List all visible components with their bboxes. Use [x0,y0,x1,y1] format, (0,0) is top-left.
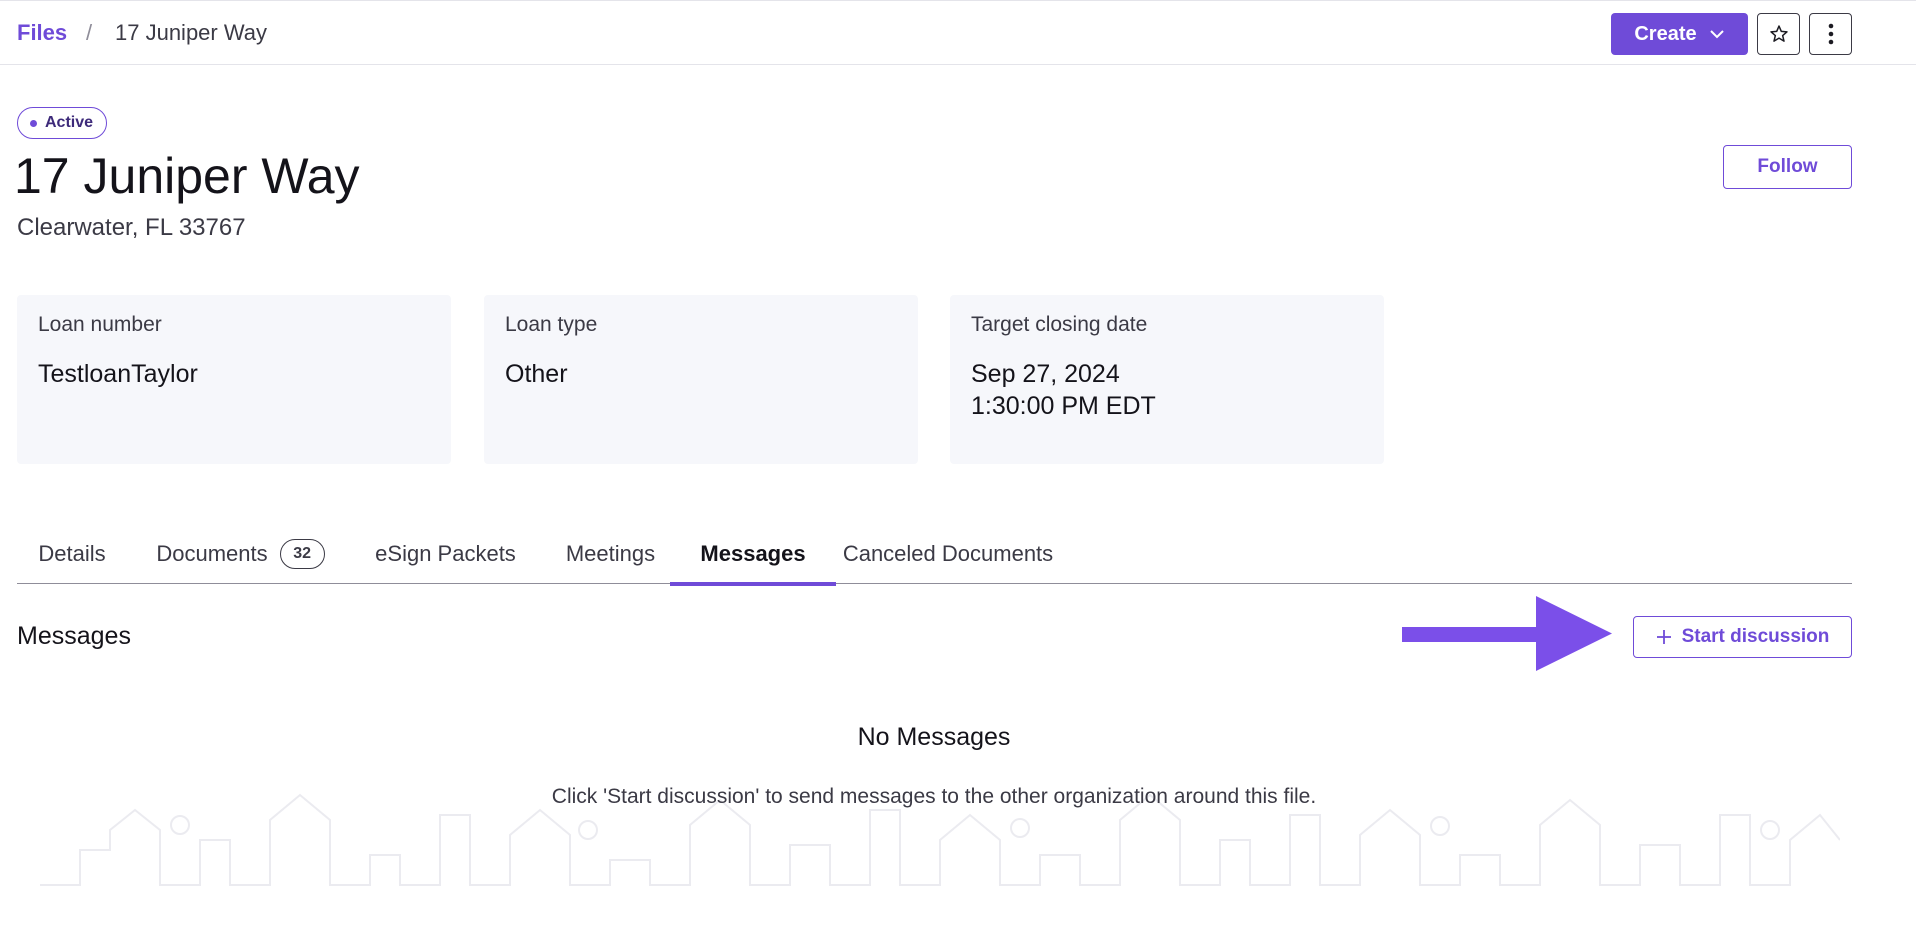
start-discussion-label: Start discussion [1681,626,1830,647]
tab-esign-packets[interactable]: eSign Packets [363,523,528,584]
top-bar: Files / 17 Juniper Way Create [0,0,1916,65]
vertical-ellipsis-icon [1828,23,1833,45]
documents-count-badge: 32 [279,538,325,569]
tab-bar: Details Documents 32 eSign Packets Meeti… [17,523,1852,586]
card-label: Target closing date [971,313,1148,336]
tab-messages[interactable]: Messages [670,523,836,586]
tab-label: Messages [700,540,806,566]
plus-icon [1656,630,1671,644]
create-button[interactable]: Create [1611,13,1748,55]
loan-type-card: Loan type Other [484,295,918,464]
card-value: Sep 27, 2024 [971,360,1120,388]
card-value: TestloanTaylor [38,360,198,388]
empty-state-text: Click 'Start discussion' to send message… [551,785,1317,808]
favorite-button[interactable] [1757,13,1800,55]
follow-button[interactable]: Follow [1723,145,1852,189]
card-value-time: 1:30:00 PM EDT [971,392,1156,420]
page-subtitle: Clearwater, FL 33767 [17,214,246,241]
tab-label: eSign Packets [375,540,516,566]
more-options-button[interactable] [1809,13,1852,55]
tab-documents[interactable]: Documents 32 [144,523,337,584]
page-title: 17 Juniper Way [14,148,360,204]
status-badge: Active [17,107,108,139]
tab-label: Meetings [565,540,656,566]
tab-details[interactable]: Details [17,523,127,584]
target-closing-date-card: Target closing date Sep 27, 2024 1:30:00… [950,295,1384,464]
tab-label: Documents [156,540,268,566]
tab-label: Canceled Documents [842,540,1054,566]
tab-label: Details [38,540,106,566]
messages-section-title: Messages [17,622,131,650]
breadcrumb-files-link[interactable]: Files [17,20,67,46]
card-label: Loan type [505,313,598,336]
card-value: Other [505,360,568,388]
arrow-annotation-icon [1402,596,1612,671]
arrow-head [1536,596,1612,671]
card-label: Loan number [38,313,162,336]
tab-canceled-documents[interactable]: Canceled Documents [837,523,1059,584]
breadcrumb-separator: / [86,20,93,45]
loan-number-card: Loan number TestloanTaylor [17,295,451,464]
arrow-shaft [1402,627,1537,642]
status-dot-icon [30,119,37,127]
empty-state-title: No Messages [857,723,1011,751]
chevron-down-icon [1709,30,1724,39]
breadcrumb-current: 17 Juniper Way [115,20,268,45]
star-icon [1769,25,1788,42]
status-label: Active [45,114,94,131]
tab-meetings[interactable]: Meetings [552,523,669,584]
start-discussion-button[interactable]: Start discussion [1633,616,1852,658]
create-button-label: Create [1634,22,1697,45]
